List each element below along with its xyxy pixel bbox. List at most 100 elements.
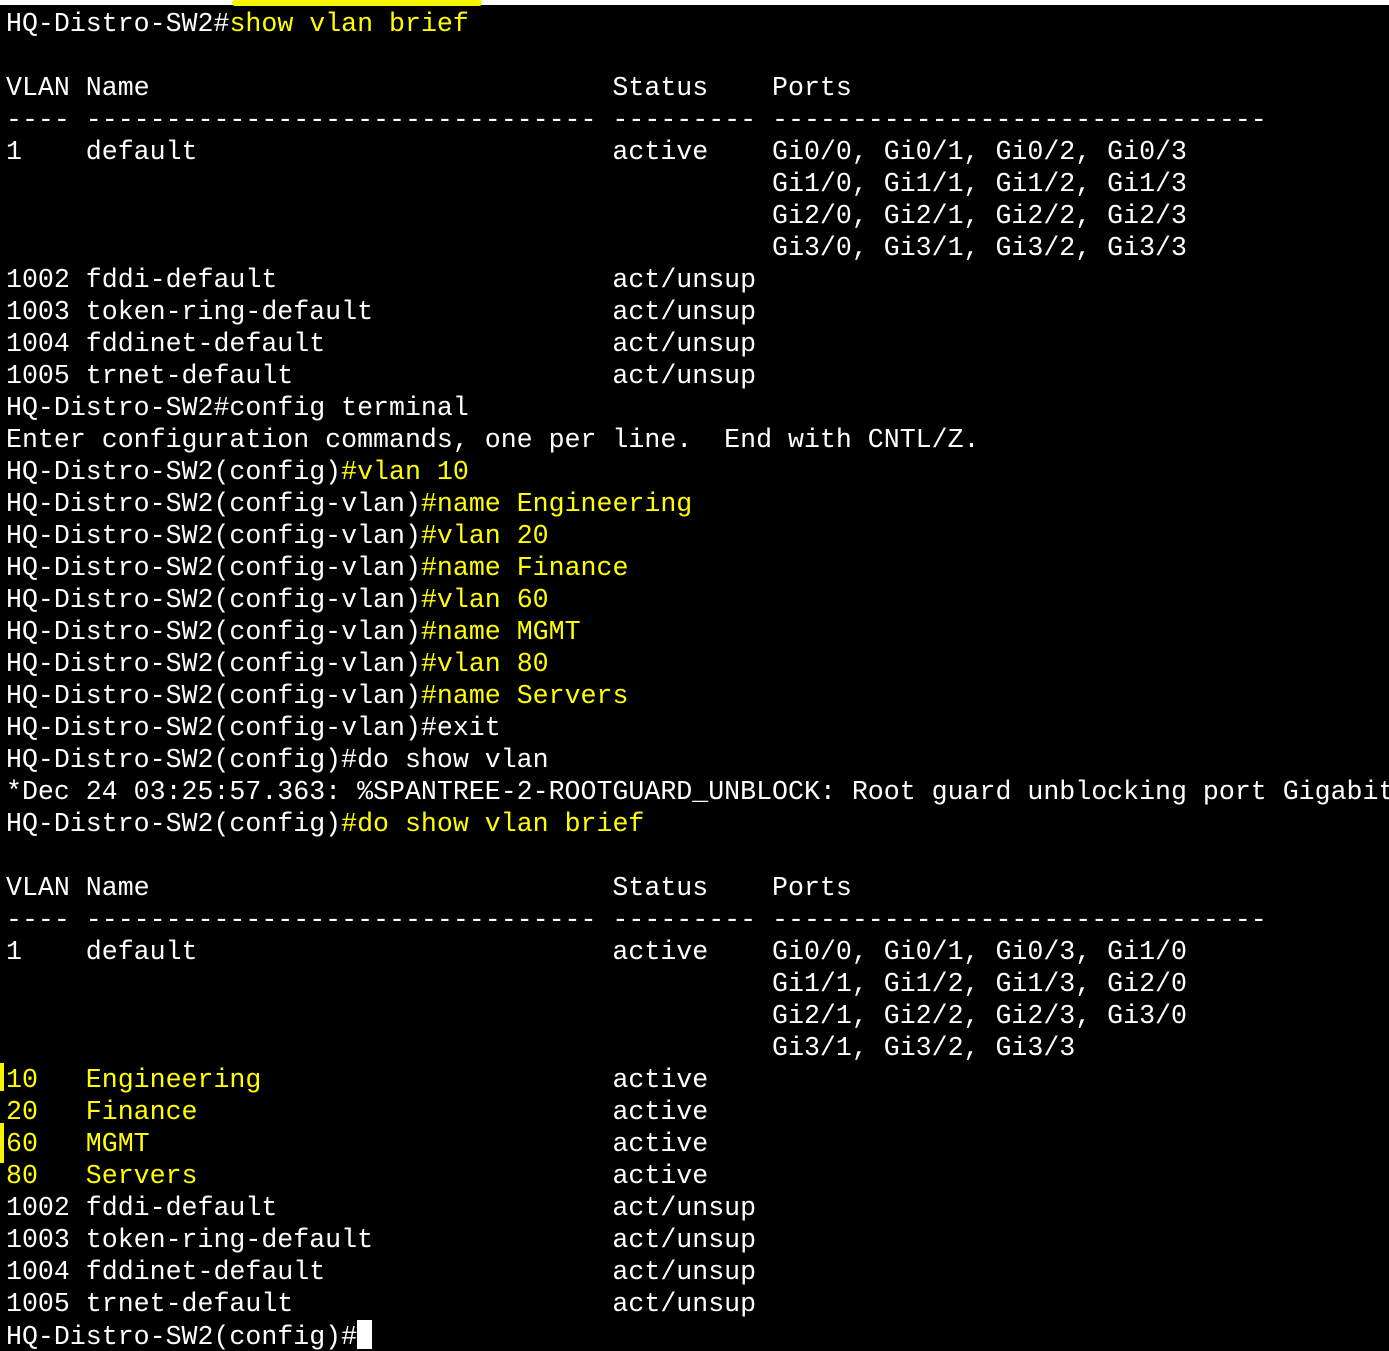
terminal-text: 1002 fddi-default act/unsup [6,265,757,295]
terminal-line: 1002 fddi-default act/unsup [6,1192,1389,1224]
terminal-text: active [197,1097,709,1127]
terminal-text: HQ-Distro-SW2#config terminal [6,393,469,423]
terminal-window[interactable]: HQ-Distro-SW2#show vlan brief VLAN Name S… [0,5,1389,1351]
terminal-line: Gi3/1, Gi3/2, Gi3/3 [6,1032,1389,1064]
terminal-text: HQ-Distro-SW2(config-vlan) [6,649,421,679]
terminal-line: HQ-Distro-SW2(config)#do show vlan [6,744,1389,776]
terminal-line: HQ-Distro-SW2(config)#vlan 10 [6,456,1389,488]
terminal-line: HQ-Distro-SW2(config-vlan)#vlan 60 [6,584,1389,616]
terminal-line: Gi2/1, Gi2/2, Gi2/3, Gi3/0 [6,1000,1389,1032]
highlighted-text: 80 Servers [6,1161,198,1191]
terminal-line: HQ-Distro-SW2(config)# [6,1320,1389,1351]
terminal-line: 1004 fddinet-default act/unsup [6,328,1389,360]
highlighted-text: #vlan 10 [341,457,469,487]
terminal-line: VLAN Name Status Ports [6,872,1389,904]
highlighted-text: 60 MGMT [6,1129,150,1159]
terminal-line: HQ-Distro-SW2(config-vlan)#vlan 20 [6,520,1389,552]
terminal-text: HQ-Distro-SW2(config-vlan) [6,617,421,647]
terminal-text: active [261,1065,709,1095]
terminal-text: 1003 token-ring-default act/unsup [6,297,757,327]
terminal-line: 10 Engineering active [6,1064,1389,1096]
terminal-line: HQ-Distro-SW2(config-vlan)#exit [6,712,1389,744]
terminal-line: HQ-Distro-SW2#config terminal [6,392,1389,424]
text-cursor [357,1320,373,1349]
terminal-output: HQ-Distro-SW2#show vlan brief VLAN Name S… [6,8,1389,1351]
terminal-line: 60 MGMT active [6,1128,1389,1160]
terminal-text: HQ-Distro-SW2(config) [6,457,342,487]
terminal-line: HQ-Distro-SW2(config-vlan)#name Engineer… [6,488,1389,520]
terminal-text: Gi3/0, Gi3/1, Gi3/2, Gi3/3 [6,233,1187,263]
terminal-line: 1003 token-ring-default act/unsup [6,1224,1389,1256]
terminal-line: HQ-Distro-SW2(config-vlan)#vlan 80 [6,648,1389,680]
terminal-line: 20 Finance active [6,1096,1389,1128]
highlight-annotation-left [0,1063,4,1091]
terminal-text: Gi1/1, Gi1/2, Gi1/3, Gi2/0 [6,969,1187,999]
terminal-text: HQ-Distro-SW2(config) [6,809,342,839]
highlight-annotation-left [0,1123,4,1163]
terminal-text: 1 default active Gi0/0, Gi0/1, Gi0/2, Gi… [6,137,1187,167]
highlighted-text: #vlan 80 [420,649,549,679]
terminal-text: 1004 fddinet-default act/unsup [6,1257,757,1287]
terminal-line: 80 Servers active [6,1160,1389,1192]
highlighted-text: #name Servers [420,681,629,711]
highlighted-text: #name Engineering [420,489,693,519]
terminal-line: HQ-Distro-SW2(config-vlan)#name Finance [6,552,1389,584]
terminal-text: HQ-Distro-SW2(config-vlan)#exit [6,713,501,743]
terminal-text: Gi1/0, Gi1/1, Gi1/2, Gi1/3 [6,169,1187,199]
terminal-text: HQ-Distro-SW2(config)#do show vlan [6,745,549,775]
highlighted-text: 20 Finance [6,1097,198,1127]
terminal-text: ---- -------------------------------- --… [6,905,1267,935]
terminal-text: 1 default active Gi0/0, Gi0/1, Gi0/3, Gi… [6,937,1187,967]
terminal-text: HQ-Distro-SW2(config-vlan) [6,585,421,615]
terminal-text: *Dec 24 03:25:57.363: %SPANTREE-2-ROOTGU… [6,777,1389,807]
terminal-line: 1003 token-ring-default act/unsup [6,296,1389,328]
terminal-text: HQ-Distro-SW2(config-vlan) [6,521,421,551]
terminal-text: 1005 trnet-default act/unsup [6,1289,757,1319]
highlighted-text: #name MGMT [420,617,581,647]
terminal-line: Gi1/1, Gi1/2, Gi1/3, Gi2/0 [6,968,1389,1000]
terminal-text: 1004 fddinet-default act/unsup [6,329,757,359]
terminal-line: 1004 fddinet-default act/unsup [6,1256,1389,1288]
terminal-line: 1 default active Gi0/0, Gi0/1, Gi0/3, Gi… [6,936,1389,968]
terminal-text: Gi2/0, Gi2/1, Gi2/2, Gi2/3 [6,201,1187,231]
terminal-line: *Dec 24 03:25:57.363: %SPANTREE-2-ROOTGU… [6,776,1389,808]
highlighted-text: show vlan brief [229,9,469,39]
terminal-line: ---- -------------------------------- --… [6,904,1389,936]
terminal-text: HQ-Distro-SW2(config-vlan) [6,681,421,711]
terminal-text: Gi3/1, Gi3/2, Gi3/3 [6,1033,1076,1063]
terminal-text: Gi2/1, Gi2/2, Gi2/3, Gi3/0 [6,1001,1187,1031]
terminal-line: HQ-Distro-SW2(config-vlan)#name Servers [6,680,1389,712]
terminal-line: Gi2/0, Gi2/1, Gi2/2, Gi2/3 [6,200,1389,232]
terminal-text: HQ-Distro-SW2(config)# [6,1322,358,1351]
terminal-line: Gi3/0, Gi3/1, Gi3/2, Gi3/3 [6,232,1389,264]
terminal-text: active [197,1161,709,1191]
terminal-line: HQ-Distro-SW2(config-vlan)#name MGMT [6,616,1389,648]
highlighted-text: #do show vlan brief [341,809,645,839]
terminal-text: 1002 fddi-default act/unsup [6,1193,757,1223]
terminal-line: 1 default active Gi0/0, Gi0/1, Gi0/2, Gi… [6,136,1389,168]
terminal-text: HQ-Distro-SW2# [6,9,230,39]
terminal-text: 1005 trnet-default act/unsup [6,361,757,391]
terminal-line: 1005 trnet-default act/unsup [6,360,1389,392]
highlighted-text: #vlan 60 [420,585,549,615]
terminal-text: VLAN Name Status Ports [6,873,852,903]
highlighted-text: #name Finance [420,553,629,583]
terminal-line: 1005 trnet-default act/unsup [6,1288,1389,1320]
highlight-annotation-top [232,0,482,6]
terminal-text: ---- -------------------------------- --… [6,105,1267,135]
terminal-line: HQ-Distro-SW2(config)#do show vlan brief [6,808,1389,840]
terminal-text: 1003 token-ring-default act/unsup [6,1225,757,1255]
terminal-text: Enter configuration commands, one per li… [6,425,980,455]
terminal-line: Enter configuration commands, one per li… [6,424,1389,456]
terminal-text: HQ-Distro-SW2(config-vlan) [6,489,421,519]
terminal-line: ---- -------------------------------- --… [6,104,1389,136]
highlighted-text: 10 Engineering [6,1065,262,1095]
terminal-line: VLAN Name Status Ports [6,72,1389,104]
terminal-text: active [149,1129,709,1159]
highlighted-text: #vlan 20 [420,521,549,551]
terminal-line: Gi1/0, Gi1/1, Gi1/2, Gi1/3 [6,168,1389,200]
terminal-text: HQ-Distro-SW2(config-vlan) [6,553,421,583]
terminal-text: VLAN Name Status Ports [6,73,852,103]
terminal-line: 1002 fddi-default act/unsup [6,264,1389,296]
